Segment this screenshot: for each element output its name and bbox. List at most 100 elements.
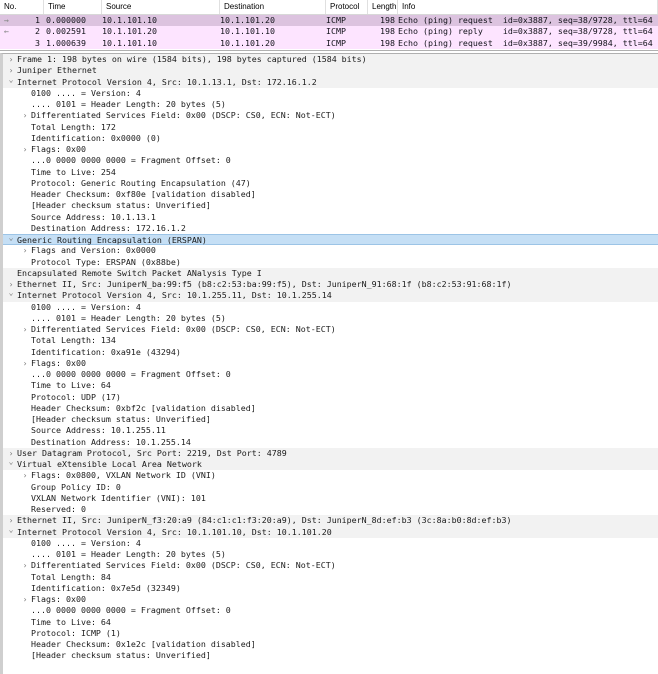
chevron-down-icon[interactable]: ⌄ — [6, 287, 16, 298]
field-tree-item[interactable]: 0100 .... = Version: 4 — [3, 538, 658, 549]
chevron-right-icon[interactable]: › — [20, 560, 30, 571]
field-tree-item[interactable]: › Differentiated Services Field: 0x00 (DS… — [3, 110, 658, 121]
protocol-tree-item[interactable]: ⌄ Generic Routing Encapsulation (ERSPAN) — [3, 232, 658, 246]
field-tree-item[interactable]: › Flags and Version: 0x0000 — [3, 245, 658, 256]
column-header-destination[interactable]: Destination — [220, 0, 326, 14]
tree-item-label: ...0 0000 0000 0000 = Fragment Offset: 0 — [31, 369, 231, 379]
tree-item-label: Ethernet II, Src: JuniperN_f3:20:a9 (84:… — [17, 515, 512, 526]
protocol-tree-item[interactable]: › Frame 1: 198 bytes on wire (1584 bits),… — [3, 54, 658, 66]
tree-item-label: Internet Protocol Version 4, Src: 10.1.2… — [17, 290, 332, 301]
field-tree-item[interactable]: Reserved: 0 — [3, 504, 658, 515]
packet-no: 2 — [35, 26, 40, 37]
field-tree-item[interactable]: Destination Address: 172.16.1.2 — [3, 223, 658, 234]
protocol-tree-item[interactable]: › Ethernet II, Src: JuniperN_f3:20:a9 (84… — [3, 515, 658, 527]
tree-item-label: [Header checksum status: Unverified] — [31, 650, 211, 661]
field-tree-item[interactable]: 0100 .... = Version: 4 — [3, 302, 658, 313]
protocol-tree-item[interactable]: ⌄ Internet Protocol Version 4, Src: 10.1.… — [3, 287, 658, 302]
field-tree-item[interactable]: [Header checksum status: Unverified] — [3, 650, 658, 661]
column-header-length[interactable]: Length — [368, 0, 398, 14]
field-tree-item[interactable]: Source Address: 10.1.13.1 — [3, 212, 658, 223]
tree-item-label: [Header checksum status: Unverified] — [31, 200, 211, 211]
field-tree-item[interactable]: ...0 0000 0000 0000 = Fragment Offset: 0 — [3, 155, 658, 166]
chevron-right-icon[interactable]: › — [20, 358, 30, 369]
field-tree-item[interactable]: ...0 0000 0000 0000 = Fragment Offset: 0 — [3, 605, 658, 616]
protocol-tree-item[interactable]: › Juniper Ethernet — [3, 65, 658, 77]
tree-item-label: .... 0101 = Header Length: 20 bytes (5) — [31, 549, 226, 559]
protocol-tree-item[interactable]: › User Datagram Protocol, Src Port: 2219,… — [3, 447, 658, 459]
field-tree-item[interactable]: › Flags: 0x0800, VXLAN Network ID (VNI) — [3, 470, 658, 481]
field-tree-item[interactable]: Header Checksum: 0xf80e [validation disa… — [3, 189, 658, 200]
packet-list: No. Time Source Destination Protocol Len… — [0, 0, 658, 51]
tree-item-label: Flags: 0x0800, VXLAN Network ID (VNI) — [31, 470, 216, 481]
field-tree-item[interactable]: ...0 0000 0000 0000 = Fragment Offset: 0 — [3, 369, 658, 380]
field-tree-item[interactable]: Header Checksum: 0xbf2c [validation disa… — [3, 403, 658, 414]
field-tree-item[interactable]: Total Length: 172 — [3, 122, 658, 133]
column-header-no[interactable]: No. — [0, 0, 44, 14]
tree-item-label: Differentiated Services Field: 0x00 (DSC… — [31, 560, 336, 571]
tree-item-label: Encapsulated Remote Switch Packet ANalys… — [17, 267, 262, 278]
tree-item-label: Total Length: 84 — [31, 571, 111, 582]
field-tree-item[interactable]: Time to Live: 254 — [3, 167, 658, 178]
tree-item-label: Differentiated Services Field: 0x00 (DSC… — [31, 110, 336, 121]
field-tree-item[interactable]: Protocol: Generic Routing Encapsulation … — [3, 178, 658, 189]
field-tree-item[interactable]: Identification: 0x7e5d (32349) — [3, 583, 658, 594]
packet-destination: 10.1.101.20 — [220, 15, 275, 25]
field-tree-item[interactable]: Time to Live: 64 — [3, 617, 658, 628]
tree-item-label: Time to Live: 254 — [31, 166, 116, 177]
tree-item-label: ...0 0000 0000 0000 = Fragment Offset: 0 — [31, 605, 231, 616]
tree-item-label: Header Checksum: 0x1e2c [validation disa… — [31, 639, 256, 649]
tree-item-label: Frame 1: 198 bytes on wire (1584 bits), … — [17, 54, 367, 64]
field-tree-item[interactable]: › Differentiated Services Field: 0x00 (DS… — [3, 324, 658, 335]
packet-row[interactable]: ← 2 0.002591 10.1.101.20 10.1.101.10 ICMP 198 E… — [0, 26, 658, 38]
field-tree-item[interactable]: .... 0101 = Header Length: 20 bytes (5) — [3, 99, 658, 110]
chevron-right-icon[interactable]: › — [20, 470, 30, 481]
field-tree-item[interactable]: Group Policy ID: 0 — [3, 482, 658, 493]
chevron-right-icon[interactable]: › — [20, 324, 30, 335]
field-tree-item[interactable]: Identification: 0xa91e (43294) — [3, 347, 658, 358]
chevron-down-icon[interactable]: ⌄ — [6, 74, 16, 85]
protocol-tree-item[interactable]: Encapsulated Remote Switch Packet ANalys… — [3, 267, 658, 279]
protocol-tree-item[interactable]: ⌄ Internet Protocol Version 4, Src: 10.1.… — [3, 524, 658, 538]
packet-row[interactable]: 3 1.000639 10.1.101.10 10.1.101.20 ICMP 198 Ec… — [0, 37, 658, 49]
chevron-right-icon[interactable]: › — [20, 245, 30, 256]
column-header-info[interactable]: Info — [398, 0, 658, 14]
field-tree-item[interactable]: 0100 .... = Version: 4 — [3, 88, 658, 99]
field-tree-item[interactable]: Time to Live: 64 — [3, 380, 658, 391]
field-tree-item[interactable]: Protocol: UDP (17) — [3, 392, 658, 403]
chevron-right-icon[interactable]: › — [20, 110, 30, 121]
field-tree-item[interactable]: Protocol Type: ERSPAN (0x88be) — [3, 257, 658, 268]
field-tree-item[interactable]: Destination Address: 10.1.255.14 — [3, 437, 658, 448]
field-tree-item[interactable]: Protocol: ICMP (1) — [3, 628, 658, 639]
field-tree-item[interactable]: › Differentiated Services Field: 0x00 (DS… — [3, 560, 658, 571]
column-header-source[interactable]: Source — [102, 0, 220, 14]
chevron-down-icon[interactable]: ⌄ — [6, 232, 16, 243]
field-tree-item[interactable]: .... 0101 = Header Length: 20 bytes (5) — [3, 549, 658, 560]
packet-row[interactable]: → 1 0.000000 10.1.101.10 10.1.101.20 ICMP 198 E… — [0, 15, 658, 27]
chevron-right-icon[interactable]: › — [20, 594, 30, 605]
protocol-tree-item[interactable]: ⌄ Internet Protocol Version 4, Src: 10.1.… — [3, 74, 658, 88]
field-tree-item[interactable]: Total Length: 84 — [3, 572, 658, 583]
chevron-down-icon[interactable]: ⌄ — [6, 456, 16, 467]
tree-item-label: Source Address: 10.1.13.1 — [31, 211, 156, 222]
field-tree-item[interactable]: › Flags: 0x00 — [3, 144, 658, 155]
field-tree-item[interactable]: Source Address: 10.1.255.11 — [3, 425, 658, 436]
field-tree-item[interactable]: .... 0101 = Header Length: 20 bytes (5) — [3, 313, 658, 324]
column-header-time[interactable]: Time — [44, 0, 102, 14]
field-tree-item[interactable]: › Flags: 0x00 — [3, 594, 658, 605]
chevron-down-icon[interactable]: ⌄ — [6, 524, 16, 535]
column-header-protocol[interactable]: Protocol — [326, 0, 368, 14]
packet-length: 198 — [380, 37, 395, 48]
field-tree-item[interactable]: Header Checksum: 0x1e2c [validation disa… — [3, 639, 658, 650]
field-tree-item[interactable]: [Header checksum status: Unverified] — [3, 200, 658, 211]
field-tree-item[interactable]: Identification: 0x0000 (0) — [3, 133, 658, 144]
protocol-tree-item[interactable]: ⌄ Virtual eXtensible Local Area Network — [3, 456, 658, 471]
field-tree-item[interactable]: › Flags: 0x00 — [3, 358, 658, 369]
tree-item-label: Differentiated Services Field: 0x00 (DSC… — [31, 324, 336, 334]
field-tree-item[interactable]: VXLAN Network Identifier (VNI): 101 — [3, 493, 658, 504]
chevron-right-icon[interactable]: › — [6, 54, 16, 65]
tree-item-label: 0100 .... = Version: 4 — [31, 537, 141, 548]
protocol-tree-item[interactable]: › Ethernet II, Src: JuniperN_ba:99:f5 (b8… — [3, 279, 658, 291]
field-tree-item[interactable]: Total Length: 134 — [3, 335, 658, 346]
field-tree-item[interactable]: [Header checksum status: Unverified] — [3, 414, 658, 425]
chevron-right-icon[interactable]: › — [20, 144, 30, 155]
